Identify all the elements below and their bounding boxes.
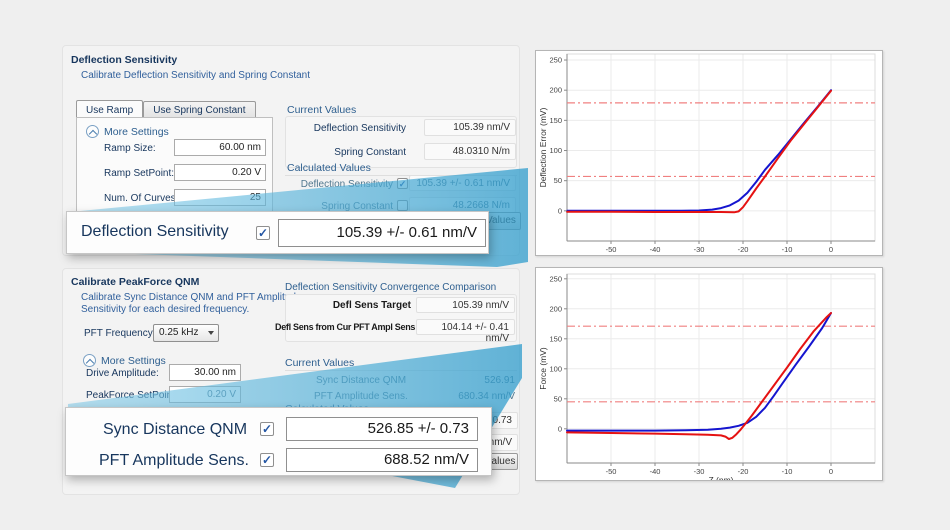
y-tick-label: 200 bbox=[549, 86, 562, 95]
field-label: Ramp Size: bbox=[104, 143, 156, 154]
x-tick-label: -50 bbox=[606, 467, 617, 476]
calculated-values-header: Calculated Values bbox=[287, 162, 371, 174]
x-tick-label: -10 bbox=[782, 245, 793, 254]
pft-frequency-value: 0.25 kHz bbox=[159, 327, 198, 338]
more-settings-toggle[interactable]: More Settings bbox=[104, 126, 169, 138]
x-tick-label: -30 bbox=[694, 467, 705, 476]
deflection-error-chart: -50-40-30-20-100050100150200250Height Se… bbox=[536, 51, 882, 255]
tab-use-spring-constant[interactable]: Use Spring Constant bbox=[143, 101, 255, 118]
field-label: Drive Amplitude: bbox=[86, 368, 159, 379]
y-tick-label: 0 bbox=[558, 424, 562, 433]
callout-label: Sync Distance QNM bbox=[103, 421, 247, 439]
y-tick-label: 200 bbox=[549, 304, 562, 313]
force-chart: -50 -40 -30 -20 -10 0 0 50 100 150 200 250 Z (nm) For… bbox=[536, 268, 882, 480]
pft-amplitude-sens-value: 680.34 nm/V bbox=[415, 391, 515, 402]
pft-frequency-dropdown[interactable]: 0.25 kHz bbox=[153, 324, 219, 342]
y-axis-label: Force (mV) bbox=[538, 347, 548, 390]
current-value-label: Spring Constant bbox=[285, 147, 406, 158]
current-values-header: Current Values bbox=[287, 104, 356, 116]
y-axis-label: Deflection Error (mV) bbox=[538, 107, 548, 187]
y-tick-label: 250 bbox=[549, 274, 562, 283]
x-axis-label: Z (nm) bbox=[708, 475, 733, 480]
sync-distance-callout-value: 526.85 +/- 0.73 bbox=[286, 417, 478, 441]
current-values-header: Current Values bbox=[285, 357, 354, 369]
panel-subtitle: Calibrate Sync Distance QNM and PFT Ampl… bbox=[81, 292, 311, 316]
ramp-setpoint-input[interactable]: 0.20 V bbox=[174, 164, 266, 181]
y-tick-label: 250 bbox=[549, 56, 562, 65]
collapse-chevron-icon[interactable] bbox=[86, 125, 99, 138]
x-tick-label: 0 bbox=[829, 245, 833, 254]
tab-strip: Use RampUse Spring Constant bbox=[76, 100, 256, 118]
ramp-size-input[interactable]: 60.00 nm bbox=[174, 139, 266, 156]
spring-constant-value: 48.0310 N/m bbox=[424, 143, 516, 160]
pft-frequency-label: PFT Frequency: bbox=[84, 328, 156, 339]
current-value-label: Sync Distance QNM bbox=[316, 375, 406, 386]
panel-title: Deflection Sensitivity bbox=[71, 54, 177, 66]
y-tick-label: 0 bbox=[558, 206, 562, 215]
panel-subtitle: Calibrate Deflection Sensitivity and Spr… bbox=[81, 70, 401, 82]
num-curves-input[interactable]: 25 bbox=[174, 189, 266, 206]
defl-sens-callout-checkbox[interactable]: ✓ bbox=[256, 226, 270, 240]
defl-sens-target-label: Defl Sens Target bbox=[285, 300, 411, 311]
field-label: PeakForce SetPoint: bbox=[86, 390, 178, 401]
x-tick-label: 0 bbox=[829, 467, 833, 476]
current-value-label: Deflection Sensitivity bbox=[285, 123, 406, 134]
x-tick-label: -10 bbox=[782, 467, 793, 476]
current-value-label: PFT Amplitude Sens. bbox=[314, 391, 408, 402]
deflection-sensitivity-value: 105.39 nm/V bbox=[424, 119, 516, 136]
force-chart-panel: -50 -40 -30 -20 -10 0 0 50 100 150 200 250 Z (nm) For… bbox=[535, 267, 883, 481]
pft-ampl-callout-value: 688.52 nm/V bbox=[286, 448, 478, 472]
more-settings-toggle[interactable]: More Settings bbox=[101, 355, 166, 367]
peakforce-setpoint-input[interactable]: 0.20 V bbox=[169, 386, 241, 403]
y-tick-label: 150 bbox=[549, 116, 562, 125]
x-tick-label: -50 bbox=[606, 245, 617, 254]
calculated-value-label: Deflection Sensitivity bbox=[285, 179, 393, 190]
calc-spring-constant-checkbox[interactable] bbox=[397, 200, 408, 211]
sync-distance-callout-checkbox[interactable]: ✓ bbox=[260, 422, 274, 436]
tab-use-ramp[interactable]: Use Ramp bbox=[76, 100, 143, 118]
defl-sens-callout-value: 105.39 +/- 0.61 nm/V bbox=[278, 219, 486, 247]
defl-sens-target-value: 105.39 nm/V bbox=[416, 297, 515, 313]
qnm-callout: Sync Distance QNM ✓ 526.85 +/- 0.73 PFT … bbox=[65, 407, 492, 476]
x-tick-label: -20 bbox=[738, 467, 749, 476]
y-tick-label: 100 bbox=[549, 364, 562, 373]
calc-defl-sens-value: 105.39 +/- 0.61 nm/V bbox=[409, 175, 516, 191]
x-tick-label: -40 bbox=[650, 467, 661, 476]
defl-sens-from-cur-value: 104.14 +/- 0.41 nm/V bbox=[416, 319, 515, 335]
x-tick-label: -40 bbox=[650, 245, 661, 254]
y-tick-label: 100 bbox=[549, 146, 562, 155]
sync-distance-qnm-value: 526.91 bbox=[415, 375, 515, 386]
chevron-down-icon bbox=[208, 331, 214, 335]
defl-sens-from-cur-label: Defl Sens from Cur PFT Ampl Sens bbox=[275, 322, 411, 332]
convergence-header: Deflection Sensitivity Convergence Compa… bbox=[285, 282, 496, 293]
deflection-error-chart-panel: -50-40-30-20-100050100150200250Height Se… bbox=[535, 50, 883, 256]
calibration-screen: Deflection Sensitivity Calibrate Deflect… bbox=[0, 0, 950, 530]
y-tick-label: 50 bbox=[554, 394, 562, 403]
callout-label: Deflection Sensitivity bbox=[81, 223, 229, 241]
deflection-sensitivity-callout: Deflection Sensitivity ✓ 105.39 +/- 0.61… bbox=[66, 211, 489, 254]
pft-ampl-callout-checkbox[interactable]: ✓ bbox=[260, 453, 274, 467]
calc-defl-sens-checkbox[interactable]: ✓ bbox=[397, 178, 408, 189]
y-tick-label: 50 bbox=[554, 176, 562, 185]
panel-title: Calibrate PeakForce QNM bbox=[71, 276, 199, 288]
callout-label: PFT Amplitude Sens. bbox=[99, 452, 249, 470]
x-axis-label: Height Sensor (nm) bbox=[684, 253, 758, 255]
field-label: Ramp SetPoint: bbox=[104, 168, 174, 179]
y-tick-label: 150 bbox=[549, 334, 562, 343]
collapse-chevron-icon[interactable] bbox=[83, 354, 96, 367]
field-label: Num. Of Curves: bbox=[104, 193, 178, 204]
drive-amplitude-input[interactable]: 30.00 nm bbox=[169, 364, 241, 381]
